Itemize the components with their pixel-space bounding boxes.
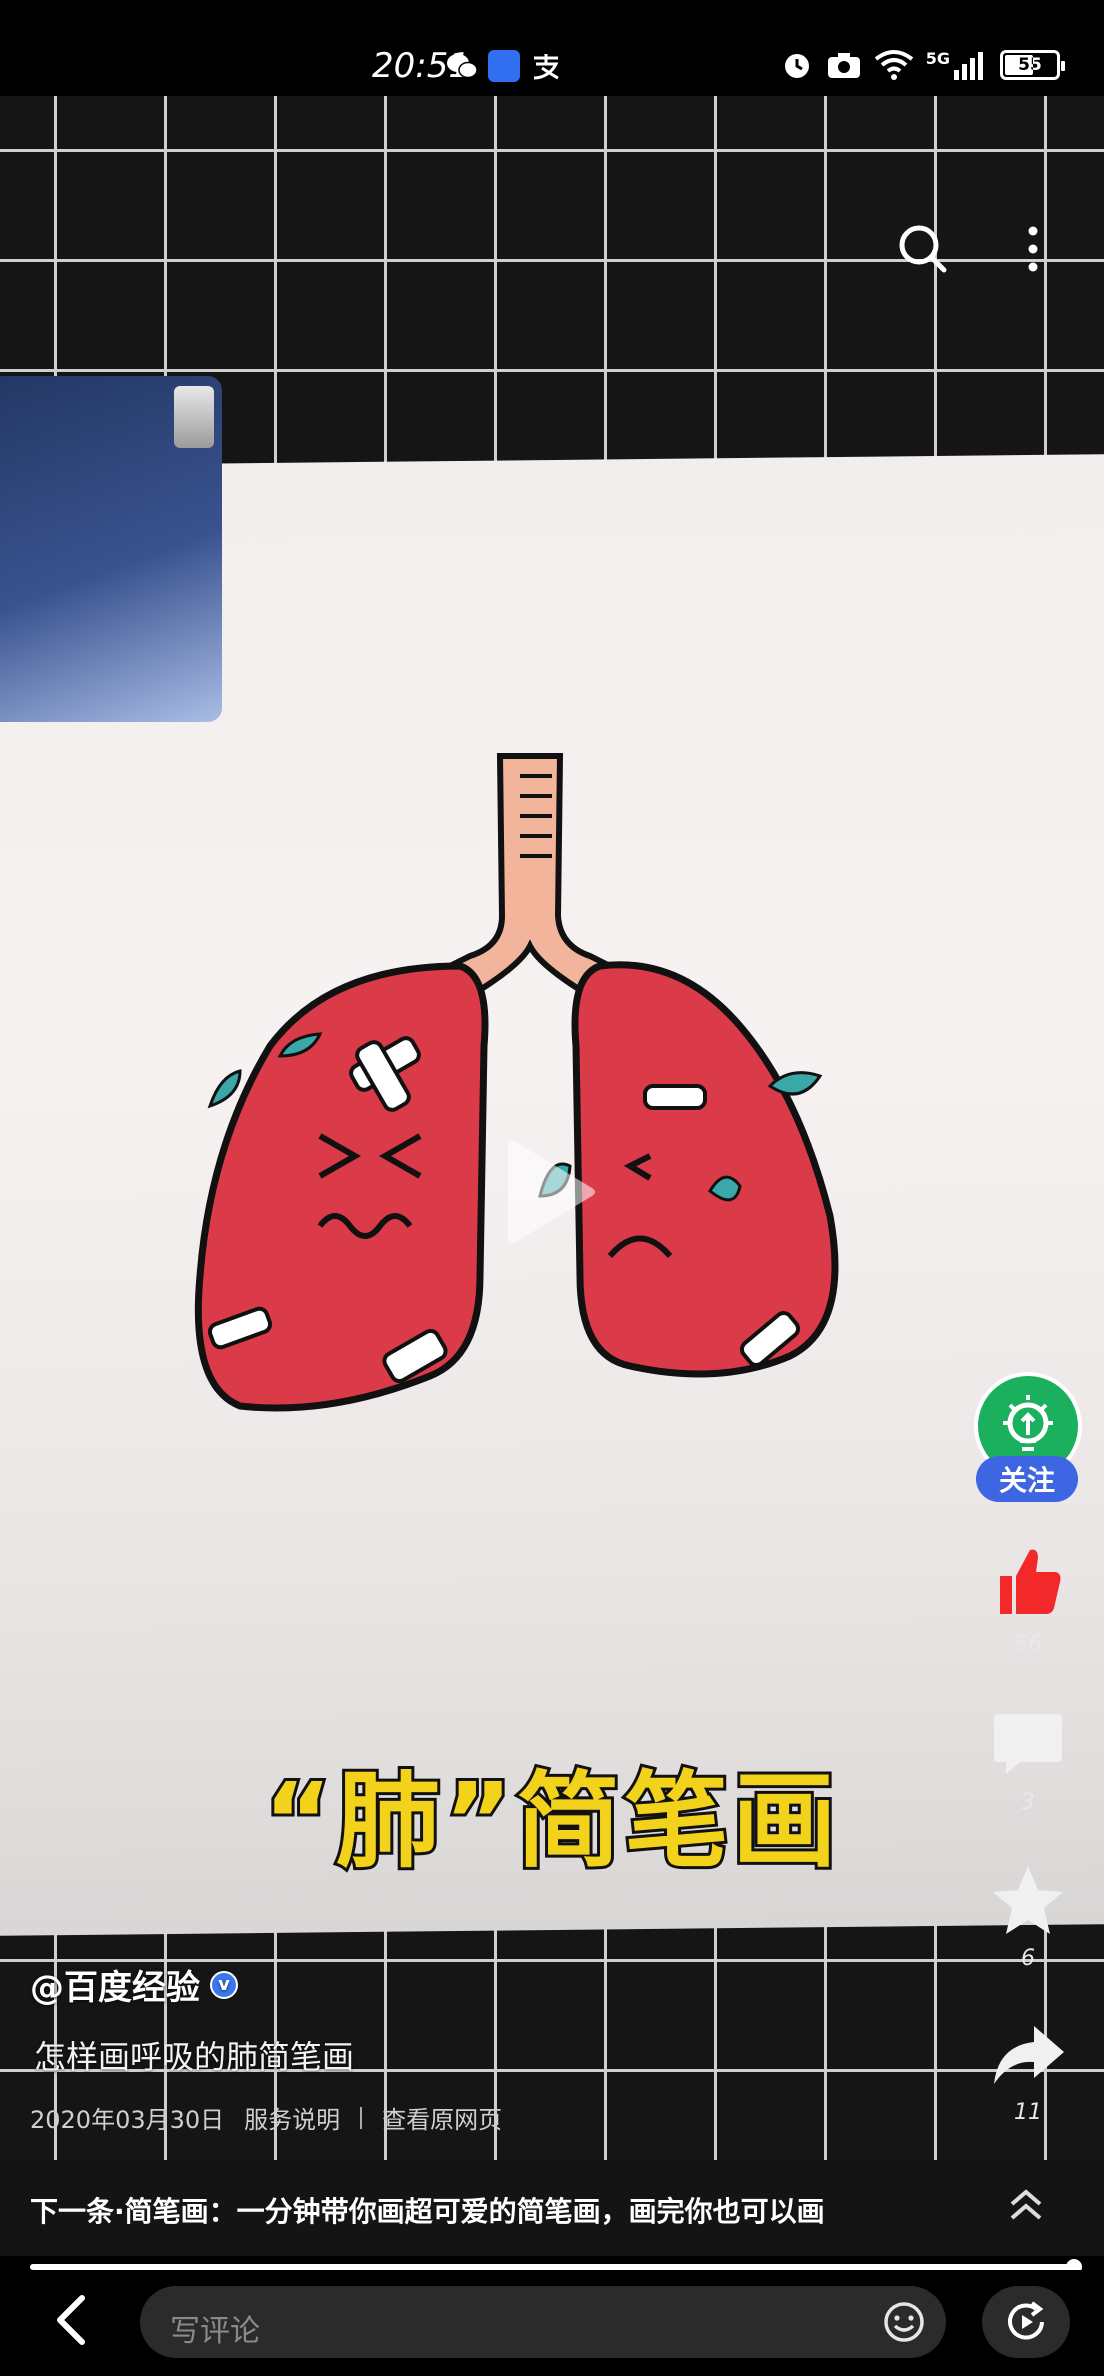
- next-video-title[interactable]: 下一条·简笔画：一分钟带你画超可爱的简笔画，画完你也可以画: [30, 2190, 825, 2230]
- wechat-icon: [447, 54, 478, 79]
- verified-icon: v: [210, 1970, 238, 1999]
- camera-icon: [827, 53, 860, 78]
- emoji-icon[interactable]: [882, 2300, 926, 2344]
- comment-count: 3: [1021, 1790, 1035, 1815]
- author-label[interactable]: @百度经验: [30, 1960, 200, 2009]
- favorite-star-icon[interactable]: [990, 1862, 1066, 1938]
- like-count: 56: [1014, 1632, 1042, 1657]
- comment-icon[interactable]: [990, 1706, 1066, 1782]
- lightbulb-icon: [1003, 1395, 1053, 1451]
- baidu-icon: [488, 50, 520, 82]
- follow-button[interactable]: 关注: [976, 1456, 1078, 1502]
- alipay-icon: [533, 54, 559, 80]
- network-type: 5G: [925, 48, 950, 68]
- search-icon[interactable]: [898, 224, 948, 274]
- pip-thumbnail: [174, 386, 214, 448]
- chevron-up-icon[interactable]: [1006, 2186, 1046, 2226]
- lungs-drawing: [194, 753, 839, 1412]
- alarm-icon: [784, 54, 809, 78]
- replay-icon: [1008, 2301, 1044, 2340]
- comment-input[interactable]: 写评论: [140, 2286, 946, 2358]
- video-overlay-title: “肺”简笔画: [261, 1757, 841, 1885]
- status-bar: 20:51 5G 55: [0, 0, 1104, 96]
- back-arrow-icon[interactable]: [52, 2292, 92, 2348]
- divider: [360, 2106, 363, 2129]
- video-description: 怎样画呼吸的肺简笔画: [34, 2038, 355, 2076]
- next-video-bar[interactable]: 下一条·简笔画：一分钟带你画超可爱的简笔画，画完你也可以画: [0, 2160, 1104, 2256]
- share-count: 11: [1014, 2100, 1042, 2125]
- auto-play-button[interactable]: [982, 2286, 1070, 2358]
- battery-icon: 55: [1000, 50, 1065, 80]
- more-icon[interactable]: [1020, 224, 1046, 274]
- signal-icon: [954, 52, 983, 80]
- like-icon[interactable]: [990, 1544, 1066, 1620]
- share-icon[interactable]: [990, 2020, 1066, 2096]
- picture-in-picture-window[interactable]: [0, 376, 222, 722]
- meta-line: 2020年03月30日 服务说明 查看原网页: [30, 2100, 502, 2135]
- service-link[interactable]: 服务说明: [244, 2100, 340, 2135]
- wifi-icon: [874, 50, 913, 80]
- play-icon[interactable]: [502, 1132, 602, 1252]
- video-player[interactable]: “肺”简笔画: [0, 96, 1104, 2160]
- status-right: 5G 55: [780, 48, 1065, 82]
- comment-placeholder: 写评论: [170, 2314, 260, 2349]
- view-original-link[interactable]: 查看原网页: [382, 2100, 502, 2135]
- favorite-count: 6: [1021, 1946, 1035, 1971]
- author-name[interactable]: @百度经验 v: [30, 1960, 238, 2009]
- publish-date: 2020年03月30日: [30, 2106, 225, 2134]
- battery-level: 55: [1018, 55, 1042, 75]
